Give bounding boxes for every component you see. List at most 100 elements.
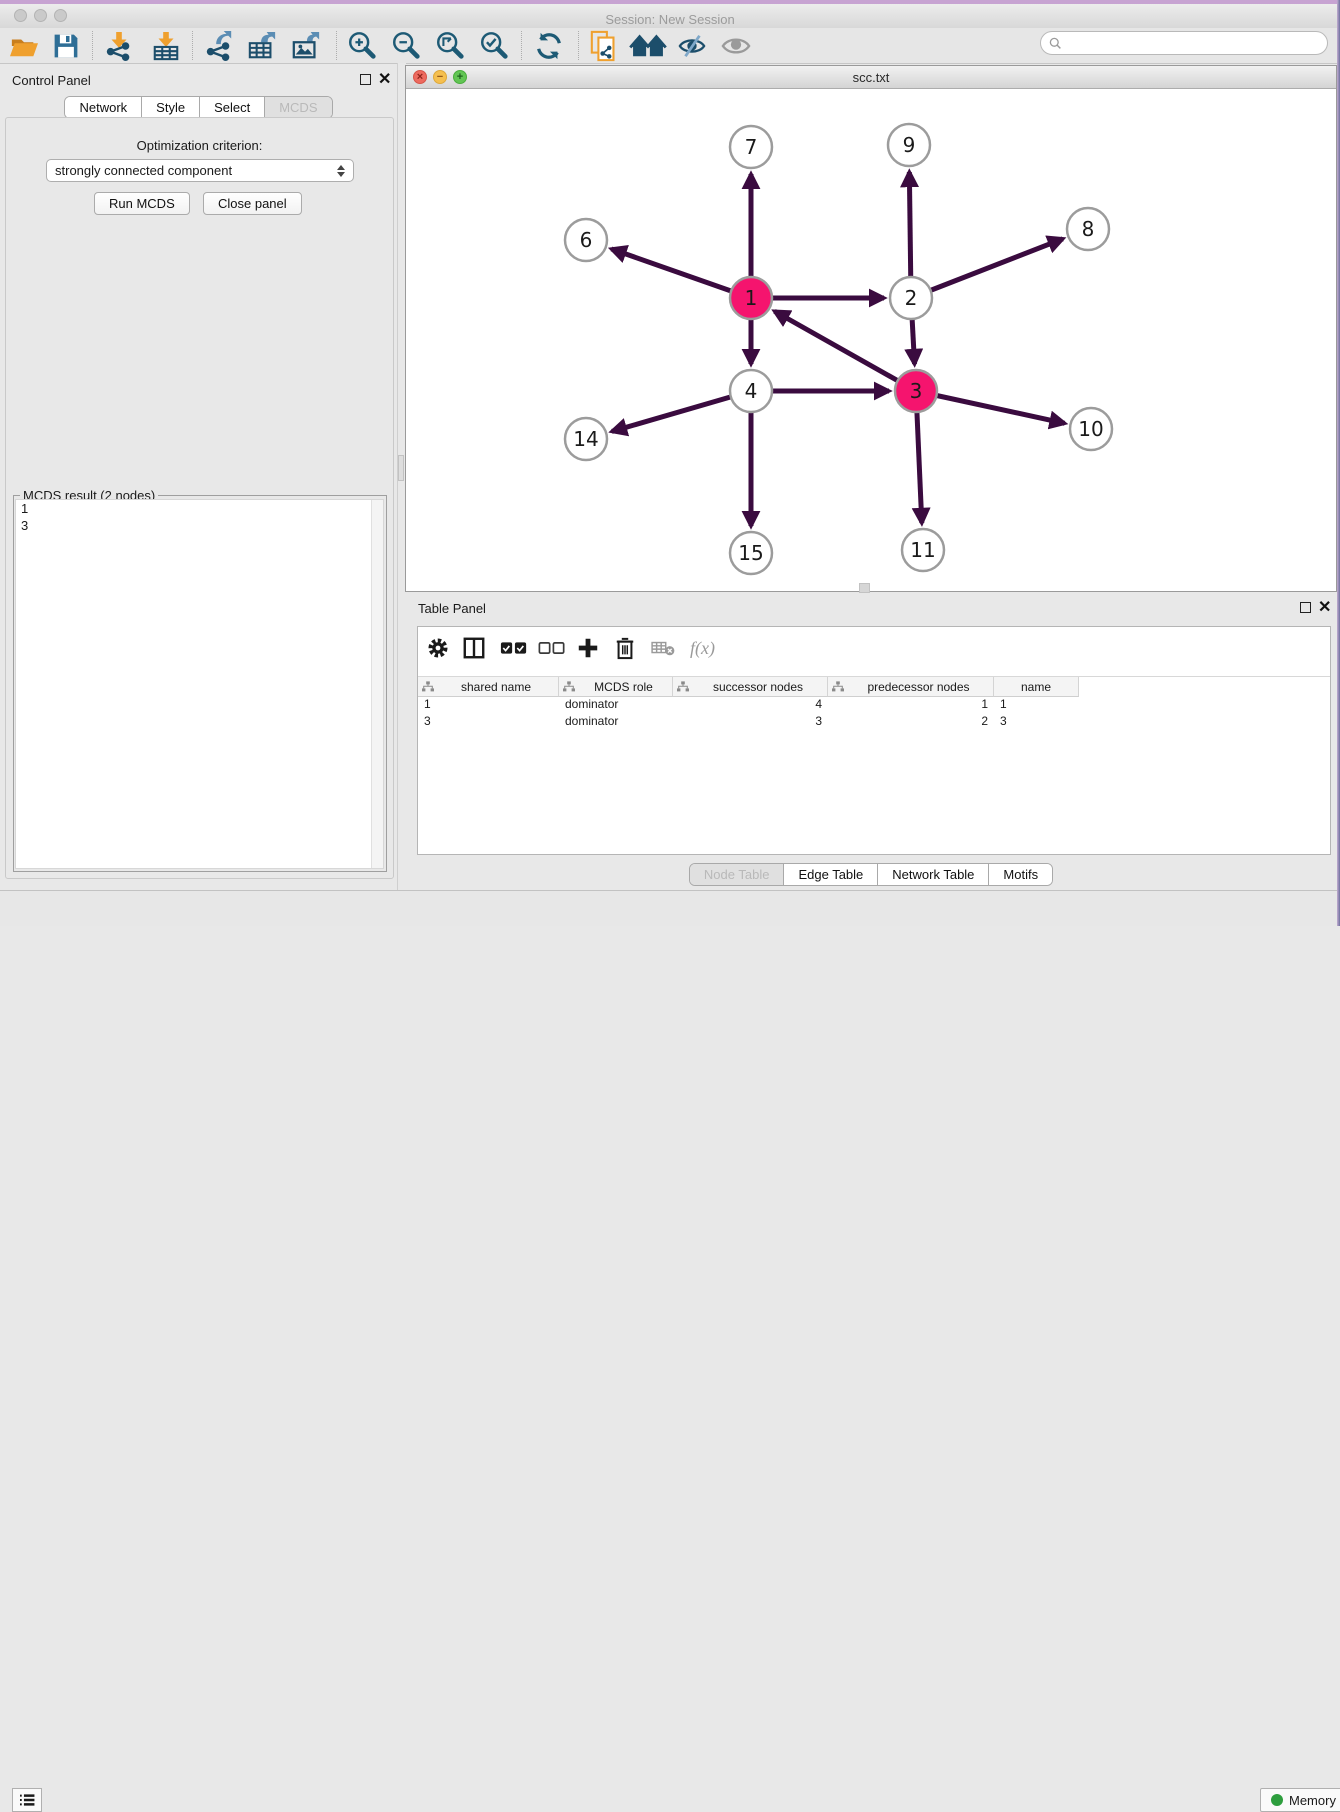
zoom-in-button[interactable] — [342, 30, 382, 61]
table-panel-close-button[interactable]: ✕ — [1318, 602, 1331, 613]
cell-mcds-role[interactable]: dominator — [559, 713, 673, 730]
result-scrollbar[interactable] — [371, 500, 383, 868]
show-columns-button[interactable] — [462, 634, 486, 662]
table-tab-motifs[interactable]: Motifs — [988, 864, 1052, 885]
export-network-button[interactable] — [199, 30, 239, 61]
delete-table-button[interactable] — [650, 634, 676, 662]
search-input[interactable] — [1067, 35, 1327, 51]
cell-predecessor-nodes[interactable]: 1 — [828, 696, 994, 713]
zoom-fit-button[interactable] — [430, 30, 470, 61]
run-mcds-button[interactable]: Run MCDS — [94, 192, 190, 215]
show-view-button[interactable] — [716, 30, 756, 61]
table-rows: 1dominator4113dominator323 — [418, 696, 1330, 730]
node-label-4: 4 — [745, 379, 758, 403]
cell-mcds-role[interactable]: dominator — [559, 696, 673, 713]
save-icon — [52, 32, 80, 60]
mcds-result-line: 1 — [16, 500, 383, 517]
control-panel-float-button[interactable] — [360, 74, 371, 85]
table-row[interactable]: 3dominator323 — [418, 713, 1330, 730]
memory-button[interactable]: Memory — [1260, 1788, 1340, 1812]
column-header-label: successor nodes — [689, 680, 827, 694]
open-file-button[interactable] — [4, 30, 44, 61]
table-panel-tabs: Node TableEdge TableNetwork TableMotifs — [405, 863, 1337, 886]
cell-predecessor-nodes[interactable]: 2 — [828, 713, 994, 730]
export-image-button[interactable] — [286, 30, 326, 61]
delete-table-icon — [650, 638, 676, 658]
node-label-3: 3 — [910, 379, 923, 403]
network-view-window: × − + scc.txt 1234678910111415 — [405, 65, 1337, 592]
optimization-criterion-select[interactable]: strongly connected component — [46, 159, 354, 182]
columns-icon — [462, 636, 486, 660]
home-icon — [629, 32, 667, 60]
column-header-label: MCDS role — [575, 680, 672, 694]
eye-slash-icon — [676, 32, 708, 60]
table-row[interactable]: 1dominator411 — [418, 696, 1330, 713]
mcds-result-lines: 13 — [16, 500, 383, 534]
column-header-label: name — [994, 680, 1078, 694]
delete-column-button[interactable] — [614, 634, 636, 662]
cell-shared-name[interactable]: 3 — [418, 713, 559, 730]
column-tree-icon — [677, 681, 689, 693]
table-tab-edge-table[interactable]: Edge Table — [783, 864, 877, 885]
network-graph: 1234678910111415 — [406, 89, 1336, 591]
network-from-file-button[interactable] — [585, 30, 625, 61]
search-field[interactable] — [1040, 31, 1328, 55]
cell-shared-name[interactable]: 1 — [418, 696, 559, 713]
tab-style[interactable]: Style — [141, 97, 199, 118]
edge-2-8[interactable] — [911, 239, 1063, 298]
task-history-button[interactable] — [12, 1788, 42, 1812]
control-panel-close-button[interactable]: ✕ — [378, 74, 391, 85]
tab-select[interactable]: Select — [199, 97, 264, 118]
zoom-selected-button[interactable] — [474, 30, 514, 61]
home-button[interactable] — [628, 30, 668, 61]
cell-successor-nodes[interactable]: 3 — [673, 713, 828, 730]
hide-panels-button[interactable] — [672, 30, 712, 61]
tab-mcds[interactable]: MCDS — [264, 97, 331, 118]
control-panel-header: Control Panel ✕ — [0, 68, 397, 92]
tab-network[interactable]: Network — [65, 97, 141, 118]
mcds-result-textarea[interactable]: 13 — [15, 499, 384, 869]
edge-3-1[interactable] — [775, 311, 916, 391]
column-header-shared-name[interactable]: shared name — [418, 677, 559, 697]
table-tab-network-table[interactable]: Network Table — [877, 864, 988, 885]
deselect-all-columns-button[interactable] — [538, 634, 566, 662]
node-label-7: 7 — [745, 135, 758, 159]
zoom-out-button[interactable] — [386, 30, 426, 61]
network-canvas[interactable]: 1234678910111415 — [406, 89, 1336, 591]
column-header-predecessor-nodes[interactable]: predecessor nodes — [828, 677, 994, 697]
zoom-selected-icon — [478, 30, 510, 62]
export-network-icon — [203, 31, 235, 61]
column-header-successor-nodes[interactable]: successor nodes — [673, 677, 828, 697]
close-panel-button[interactable]: Close panel — [203, 192, 302, 215]
select-all-columns-button[interactable] — [500, 634, 528, 662]
import-table-button[interactable] — [146, 30, 186, 61]
column-header-name[interactable]: name — [994, 677, 1079, 697]
node-label-15: 15 — [738, 541, 763, 565]
table-panel-title: Table Panel — [418, 601, 486, 616]
create-column-button[interactable] — [576, 634, 600, 662]
table-tab-node-table[interactable]: Node Table — [690, 864, 784, 885]
cell-successor-nodes[interactable]: 4 — [673, 696, 828, 713]
canvas-scroll-handle[interactable] — [859, 583, 870, 593]
table-settings-button[interactable] — [426, 634, 450, 662]
column-tree-icon — [563, 681, 575, 693]
mcds-result-line: 3 — [16, 517, 383, 534]
function-builder-button[interactable]: f(x) — [690, 634, 715, 662]
splitter-grip[interactable] — [398, 455, 404, 481]
node-label-14: 14 — [573, 427, 598, 451]
refresh-icon — [534, 31, 564, 61]
save-session-button[interactable] — [46, 30, 86, 61]
import-table-icon — [150, 31, 182, 61]
refresh-button[interactable] — [529, 30, 569, 61]
table-panel-float-button[interactable] — [1300, 602, 1311, 613]
cell-name[interactable]: 3 — [994, 713, 1079, 730]
edge-3-10[interactable] — [916, 391, 1065, 423]
network-window-titlebar: × − + scc.txt — [406, 66, 1336, 89]
cell-name[interactable]: 1 — [994, 696, 1079, 713]
toolbar-separator — [521, 31, 523, 60]
table-tab-group: Node TableEdge TableNetwork TableMotifs — [689, 863, 1053, 886]
column-header-label: predecessor nodes — [844, 680, 993, 694]
import-network-button[interactable] — [99, 30, 139, 61]
column-header-mcds-role[interactable]: MCDS role — [559, 677, 673, 697]
export-table-button[interactable] — [242, 30, 282, 61]
